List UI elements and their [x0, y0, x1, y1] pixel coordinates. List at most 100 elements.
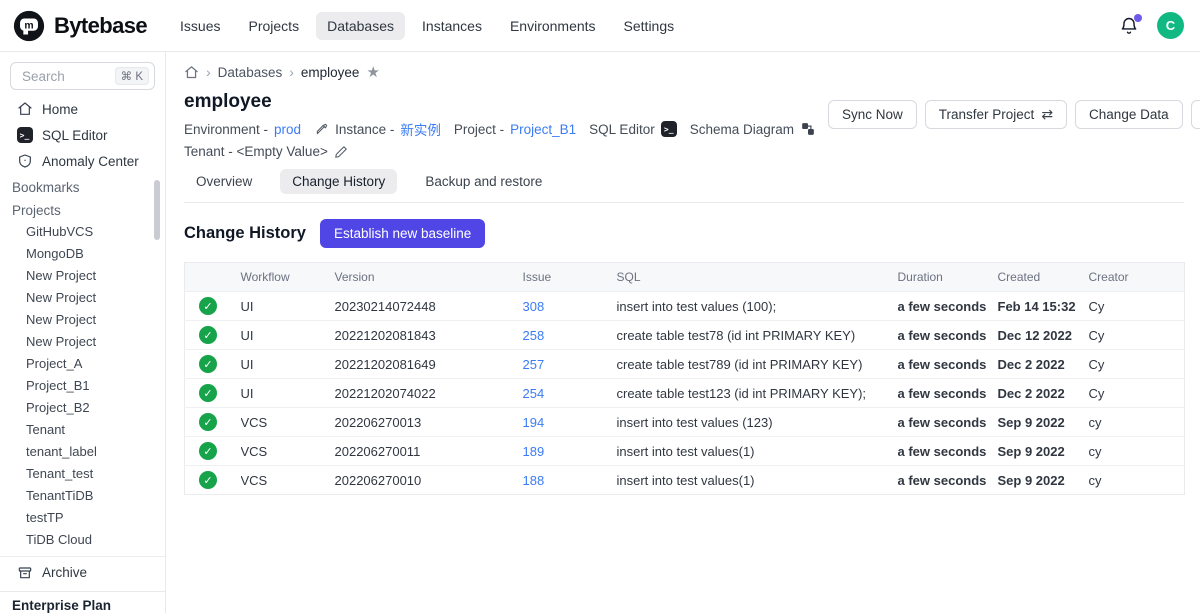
sidebar-item-archive[interactable]: Archive [0, 556, 165, 586]
plan-label[interactable]: Enterprise Plan [0, 591, 165, 613]
cell-created: Sep 9 2022 [998, 466, 1089, 495]
meta-instance: Instance - 新实例 [314, 119, 441, 139]
history-row[interactable]: ✓UI20221202074022254create table test123… [185, 379, 1185, 408]
cell-version: 20230214072448 [335, 292, 523, 321]
success-check-icon: ✓ [199, 442, 217, 460]
nav-item-instances[interactable]: Instances [411, 12, 493, 40]
instance-link[interactable]: 新实例 [400, 119, 441, 139]
meta-line-1: Environment - prod Instance - 新实例 P [184, 119, 828, 139]
column-header: Duration [898, 263, 998, 292]
cell-created: Dec 2 2022 [998, 379, 1089, 408]
cell-duration: a few seconds [898, 321, 998, 350]
page-header: employee Environment - prod Instance - [184, 90, 1184, 159]
cell-sql: insert into test values(1) [617, 466, 898, 495]
bytebase-logo-icon: m [12, 9, 46, 43]
sidebar-project-item[interactable]: Project_B2 [0, 396, 165, 418]
tab-overview[interactable]: Overview [184, 169, 264, 194]
cell-workflow: VCS [241, 408, 335, 437]
cell-duration: a few seconds [898, 437, 998, 466]
nav-item-issues[interactable]: Issues [169, 12, 231, 40]
meta-sql-editor[interactable]: SQL Editor >_ [589, 121, 677, 137]
topbar-right: C [1119, 12, 1188, 39]
meta-environment: Environment - prod [184, 122, 301, 137]
sidebar: ⌘ K Home >_ SQL Editor Anomaly Center Bo… [0, 52, 166, 613]
sync-now-button[interactable]: Sync Now [828, 100, 917, 129]
search-input[interactable] [20, 68, 115, 85]
change-data-button[interactable]: Change Data [1075, 100, 1183, 129]
cell-workflow: VCS [241, 466, 335, 495]
bookmark-star-icon[interactable]: ★ [366, 65, 379, 80]
cell-sql: create table test78 (id int PRIMARY KEY) [617, 321, 898, 350]
issue-link[interactable]: 254 [523, 386, 545, 401]
page-actions: Sync Now Transfer Project⇄ Change Data Alte… [828, 100, 1200, 159]
cell-created: Sep 9 2022 [998, 408, 1089, 437]
edit-pencil-icon[interactable] [334, 144, 349, 159]
sidebar-project-item[interactable]: New Project [0, 308, 165, 330]
nav-item-databases[interactable]: Databases [316, 12, 405, 40]
nav-item-environments[interactable]: Environments [499, 12, 607, 40]
section-title: Change History [184, 224, 306, 243]
sidebar-scrollbar[interactable] [154, 180, 160, 240]
sidebar-project-item[interactable]: New Project [0, 264, 165, 286]
sidebar-project-item[interactable]: MongoDB [0, 242, 165, 264]
sidebar-project-item[interactable]: Tenant_test [0, 462, 165, 484]
breadcrumb-current: employee [301, 65, 360, 80]
sidebar-section-projects: Projects [0, 197, 165, 220]
sidebar-project-item[interactable]: tenant_label [0, 440, 165, 462]
transfer-project-button[interactable]: Transfer Project⇄ [925, 100, 1067, 129]
column-header: Issue [523, 263, 617, 292]
environment-link[interactable]: prod [274, 122, 301, 137]
sidebar-project-item[interactable]: GitHubVCS [0, 220, 165, 242]
tab-backup-and-restore[interactable]: Backup and restore [413, 169, 554, 194]
column-header: Creator [1089, 263, 1185, 292]
alter-schema-button[interactable]: Alter Schema [1191, 100, 1200, 129]
history-row[interactable]: ✓UI20230214072448308insert into test val… [185, 292, 1185, 321]
sidebar-project-item[interactable]: New Project [0, 286, 165, 308]
issue-link[interactable]: 308 [523, 299, 545, 314]
sidebar-project-item[interactable]: TenantTiDB [0, 484, 165, 506]
notification-bell-icon[interactable] [1119, 16, 1139, 36]
establish-baseline-button[interactable]: Establish new baseline [320, 219, 485, 248]
success-check-icon: ✓ [199, 297, 217, 315]
issue-link[interactable]: 189 [523, 444, 545, 459]
history-row[interactable]: ✓VCS202206270011189insert into test valu… [185, 437, 1185, 466]
breadcrumb-databases[interactable]: Databases [218, 65, 283, 80]
sidebar-item-home[interactable]: Home [0, 96, 165, 122]
cell-sql: insert into test values(1) [617, 437, 898, 466]
bytebase-logo[interactable]: m Bytebase [12, 9, 147, 43]
cell-created: Dec 12 2022 [998, 321, 1089, 350]
issue-link[interactable]: 257 [523, 357, 545, 372]
meta-schema-diagram[interactable]: Schema Diagram [690, 122, 815, 137]
cell-duration: a few seconds [898, 466, 998, 495]
cell-created: Dec 2 2022 [998, 350, 1089, 379]
issue-link[interactable]: 258 [523, 328, 545, 343]
sidebar-project-item[interactable]: TiDB Cloud [0, 528, 165, 550]
nav-item-settings[interactable]: Settings [613, 12, 686, 40]
cell-creator: cy [1089, 466, 1185, 495]
sidebar-item-label: Anomaly Center [42, 154, 139, 169]
project-link[interactable]: Project_B1 [510, 122, 576, 137]
search-box[interactable]: ⌘ K [10, 62, 155, 90]
nav-item-projects[interactable]: Projects [238, 12, 311, 40]
sidebar-project-item[interactable]: Project_A [0, 352, 165, 374]
tab-change-history[interactable]: Change History [280, 169, 397, 194]
sidebar-item-label: Home [42, 102, 78, 117]
meta-tenant: Tenant - <Empty Value> [184, 144, 349, 159]
history-row[interactable]: ✓UI20221202081843258create table test78 … [185, 321, 1185, 350]
sidebar-project-item[interactable]: testTP [0, 506, 165, 528]
sidebar-project-item[interactable]: New Project [0, 330, 165, 352]
archive-icon [16, 564, 33, 581]
issue-link[interactable]: 194 [523, 415, 545, 430]
history-row[interactable]: ✓VCS202206270013194insert into test valu… [185, 408, 1185, 437]
sidebar-item-sql-editor[interactable]: >_ SQL Editor [0, 122, 165, 148]
user-avatar[interactable]: C [1157, 12, 1184, 39]
cell-duration: a few seconds [898, 408, 998, 437]
breadcrumb-home-icon[interactable] [184, 65, 199, 80]
cell-sql: insert into test values (100); [617, 292, 898, 321]
sidebar-project-item[interactable]: Project_B1 [0, 374, 165, 396]
sidebar-project-item[interactable]: Tenant [0, 418, 165, 440]
history-row[interactable]: ✓VCS202206270010188insert into test valu… [185, 466, 1185, 495]
issue-link[interactable]: 188 [523, 473, 545, 488]
sidebar-item-anomaly-center[interactable]: Anomaly Center [0, 148, 165, 174]
history-row[interactable]: ✓UI20221202081649257create table test789… [185, 350, 1185, 379]
